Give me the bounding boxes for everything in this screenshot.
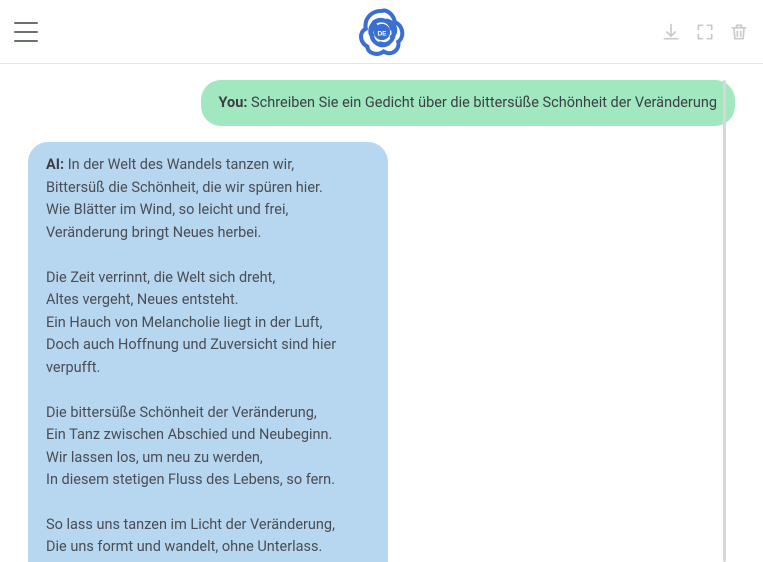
top-actions bbox=[661, 22, 749, 42]
download-icon[interactable] bbox=[661, 22, 681, 42]
ai-bubble: AI: In der Welt des Wandels tanzen wir, … bbox=[28, 142, 388, 562]
logo-badge-text: DE bbox=[377, 30, 387, 37]
menu-button[interactable] bbox=[14, 22, 38, 42]
trash-icon[interactable] bbox=[729, 22, 749, 42]
message-user: You: Schreiben Sie ein Gedicht über die … bbox=[28, 80, 735, 126]
ai-message-text: In der Welt des Wandels tanzen wir, Bitt… bbox=[46, 156, 336, 562]
chat-area: You: Schreiben Sie ein Gedicht über die … bbox=[0, 64, 763, 562]
scrollbar[interactable] bbox=[723, 80, 726, 562]
user-bubble: You: Schreiben Sie ein Gedicht über die … bbox=[201, 80, 735, 126]
user-message-text: Schreiben Sie ein Gedicht über die bitte… bbox=[251, 94, 717, 111]
user-sender-label: You: bbox=[219, 94, 248, 111]
openai-knot-icon: DE bbox=[356, 6, 408, 58]
app-logo[interactable]: DE bbox=[356, 6, 408, 58]
message-ai: AI: In der Welt des Wandels tanzen wir, … bbox=[28, 142, 735, 562]
expand-icon[interactable] bbox=[695, 22, 715, 42]
top-bar: DE bbox=[0, 0, 763, 64]
ai-sender-label: AI: bbox=[46, 156, 64, 173]
